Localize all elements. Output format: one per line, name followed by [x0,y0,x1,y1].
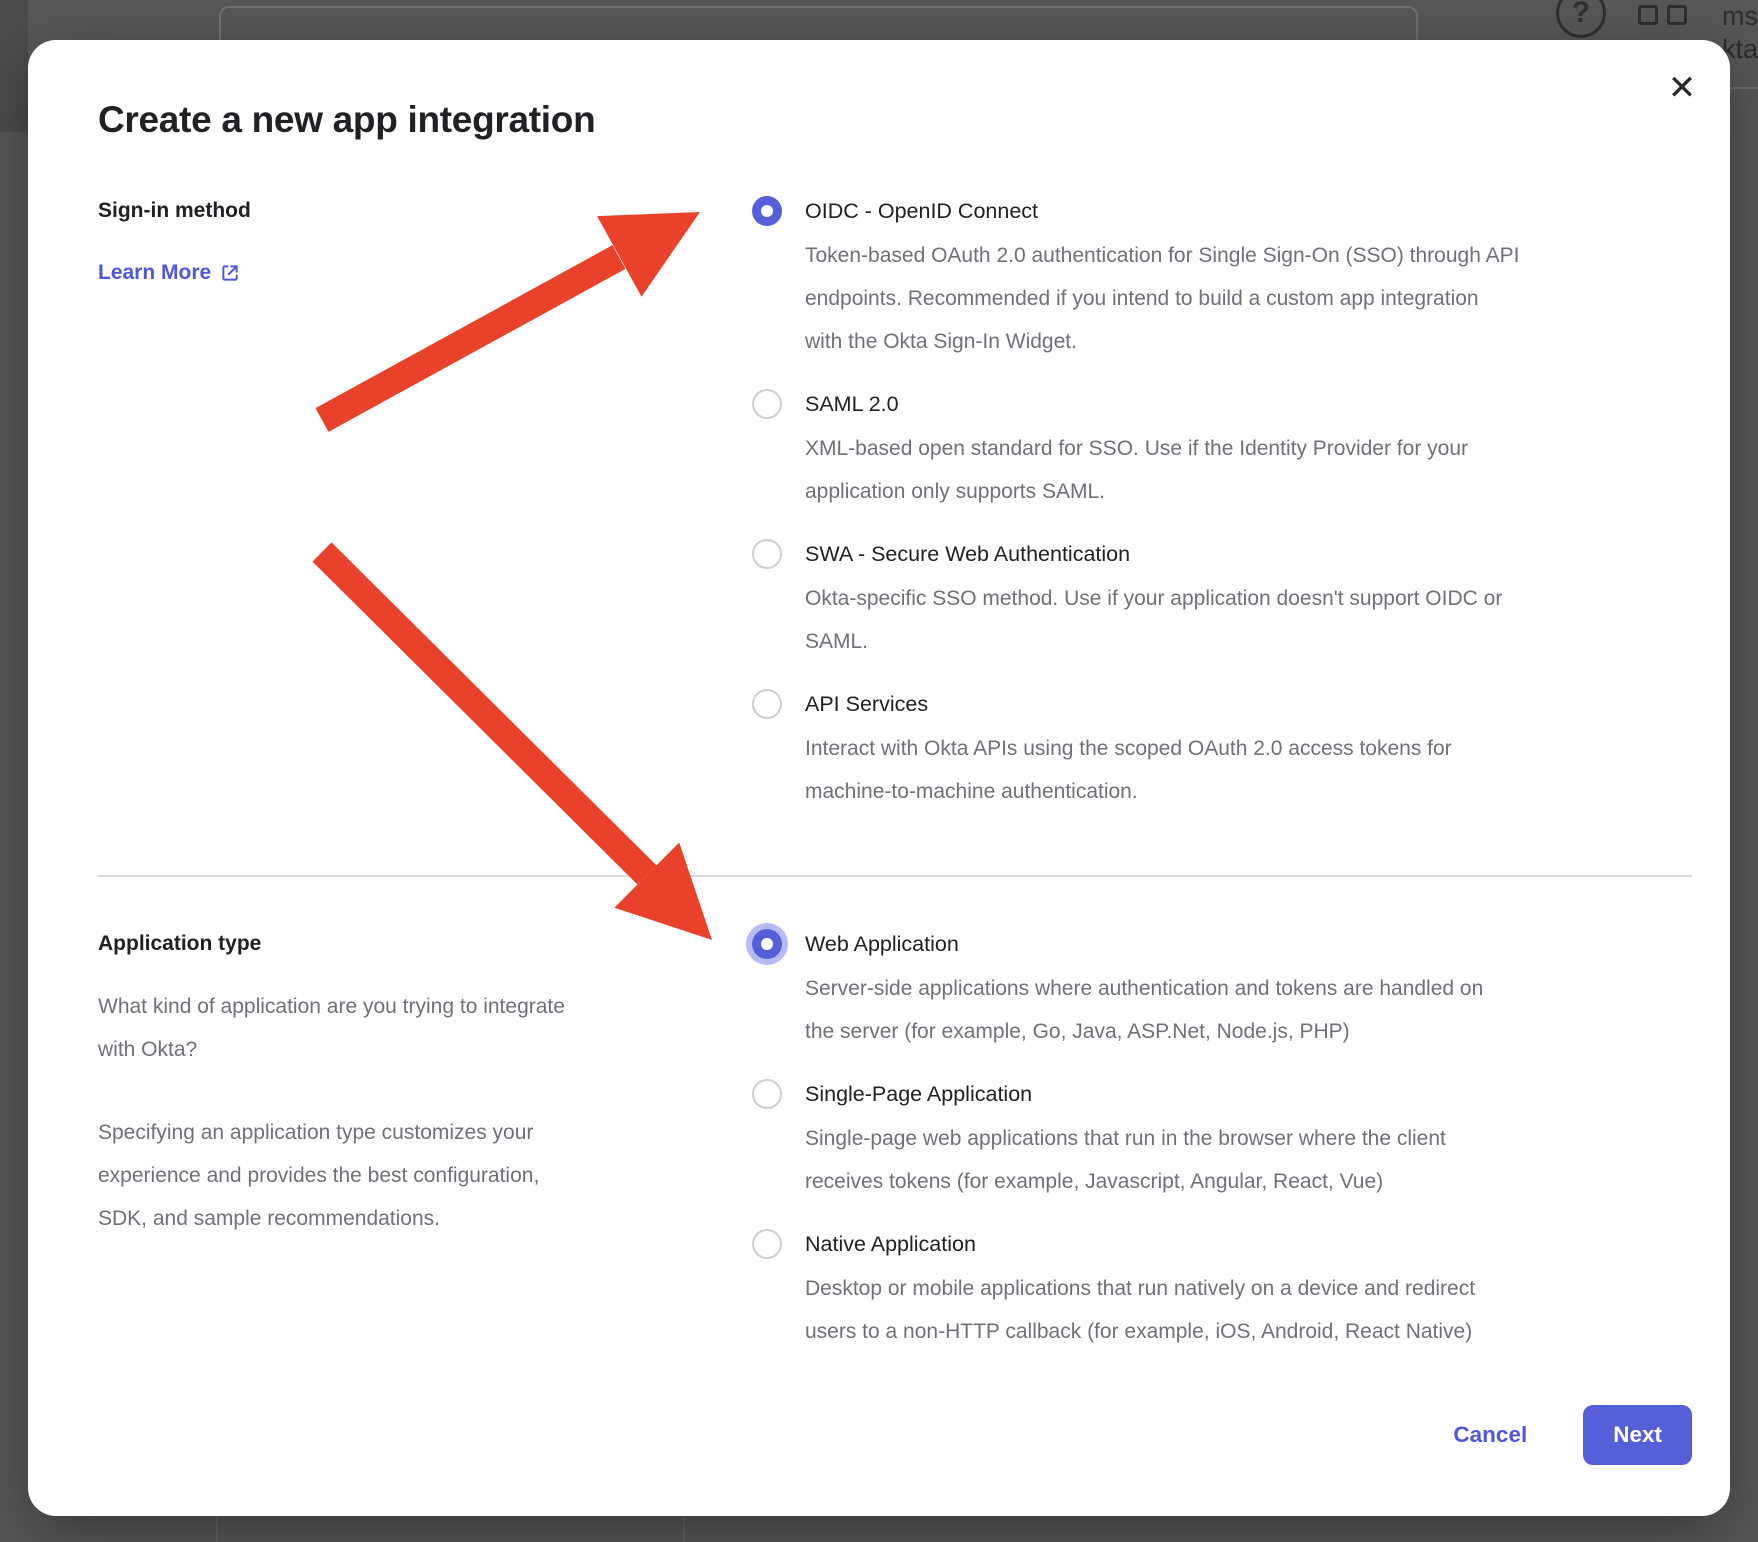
radio-selected-icon[interactable] [752,196,782,226]
apptype-option-spa[interactable]: Single-Page Application Single-page web … [752,1071,1692,1203]
next-button[interactable]: Next [1583,1405,1692,1465]
background-header-divider [1730,87,1758,89]
signin-option-api-services[interactable]: API Services Interact with Okta APIs usi… [752,681,1692,813]
option-label[interactable]: OIDC - OpenID Connect [805,188,1519,234]
signin-method-section: Sign-in method Learn More OIDC - OpenID … [98,188,1692,813]
close-icon[interactable]: ✕ [1660,66,1704,110]
signin-option-saml[interactable]: SAML 2.0 XML-based open standard for SSO… [752,381,1692,513]
application-type-options: Web Application Server-side applications… [752,921,1692,1353]
section-divider [98,875,1692,877]
option-description: Desktop or mobile applications that run … [805,1267,1475,1353]
dialog-title: Create a new app integration [98,96,1692,144]
option-description: Single-page web applications that run in… [805,1117,1446,1203]
dialog-footer: Cancel Next [98,1405,1692,1465]
option-description: XML-based open standard for SSO. Use if … [805,427,1468,513]
radio-selected-icon[interactable] [752,929,782,959]
apptype-option-native[interactable]: Native Application Desktop or mobile app… [752,1221,1692,1353]
learn-more-label: Learn More [98,250,211,296]
background-vertical-divider [216,1516,218,1542]
option-description: Okta-specific SSO method. Use if your ap… [805,577,1502,663]
signin-option-swa[interactable]: SWA - Secure Web Authentication Okta-spe… [752,531,1692,663]
apps-grid-icon [1638,5,1687,25]
cancel-button[interactable]: Cancel [1447,1421,1533,1449]
application-type-explanation: Specifying an application type customize… [98,1111,752,1240]
apptype-option-web[interactable]: Web Application Server-side applications… [752,921,1692,1053]
create-app-integration-dialog: ✕ Create a new app integration Sign-in m… [28,40,1730,1516]
learn-more-link[interactable]: Learn More [98,250,240,296]
option-description: Token-based OAuth 2.0 authentication for… [805,234,1519,363]
signin-method-left-column: Sign-in method Learn More [98,188,752,813]
account-menu-line1: msh [1722,0,1758,33]
background-sidebar-fragment [0,0,28,132]
radio-unselected-icon[interactable] [752,1079,782,1109]
radio-unselected-icon[interactable] [752,689,782,719]
option-label[interactable]: API Services [805,681,1452,727]
option-description: Interact with Okta APIs using the scoped… [805,727,1452,813]
external-link-icon [220,263,240,283]
option-description: Server-side applications where authentic… [805,967,1483,1053]
application-type-question: What kind of application are you trying … [98,985,752,1071]
option-label[interactable]: SAML 2.0 [805,381,1468,427]
help-icon-glyph: ? [1572,0,1590,30]
application-type-left-column: Application type What kind of applicatio… [98,921,752,1353]
option-label[interactable]: Web Application [805,921,1483,967]
radio-unselected-icon[interactable] [752,1229,782,1259]
help-icon: ? [1556,0,1606,38]
option-label[interactable]: Single-Page Application [805,1071,1446,1117]
background-vertical-divider [683,1516,685,1542]
application-type-section: Application type What kind of applicatio… [98,921,1692,1353]
option-label[interactable]: Native Application [805,1221,1475,1267]
radio-unselected-icon[interactable] [752,389,782,419]
signin-method-options: OIDC - OpenID Connect Token-based OAuth … [752,188,1692,813]
option-label[interactable]: SWA - Secure Web Authentication [805,531,1502,577]
signin-option-oidc[interactable]: OIDC - OpenID Connect Token-based OAuth … [752,188,1692,363]
radio-unselected-icon[interactable] [752,539,782,569]
application-type-heading: Application type [98,921,752,967]
signin-method-heading: Sign-in method [98,188,752,234]
